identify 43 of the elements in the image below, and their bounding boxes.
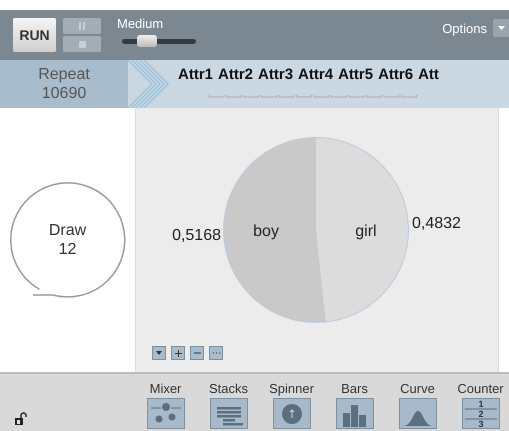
curve-icon <box>398 398 436 429</box>
minus-icon <box>194 352 200 354</box>
mixer-icon <box>146 398 184 429</box>
slice-label: boy <box>253 223 279 240</box>
stacks-icon <box>210 398 248 429</box>
palette-tool[interactable]: Bars <box>326 381 383 429</box>
attribute-label[interactable]: Attr2 <box>218 66 254 83</box>
value-label: 0,5168 <box>172 227 221 244</box>
stop-icon <box>78 40 86 48</box>
attribute-label[interactable]: Attr3 <box>258 66 294 83</box>
unlocked-icon[interactable] <box>15 412 27 425</box>
slider-thumb[interactable] <box>137 35 158 47</box>
slice-label: girl <box>355 223 377 240</box>
collapse-button[interactable] <box>152 346 166 360</box>
attribute-label[interactable]: Attr5 <box>338 66 374 83</box>
attribute-label[interactable]: Attr1 <box>178 66 214 83</box>
options-dropdown[interactable] <box>493 19 509 37</box>
speed-label: Medium <box>117 16 164 31</box>
zoom-in-button[interactable] <box>171 346 185 360</box>
repeat-count: 10690 <box>42 84 86 103</box>
palette-tool[interactable]: Spinner <box>263 381 320 429</box>
caret-icon <box>498 26 504 30</box>
value-label: 0,4832 <box>412 215 461 232</box>
counter-icon: 1 2 3 <box>462 398 500 429</box>
palette-tool[interactable]: Mixer <box>137 381 194 429</box>
zoom-out-button[interactable] <box>190 346 204 360</box>
attribute-label[interactable]: Att <box>418 66 439 83</box>
palette-tool[interactable]: Counter 1 2 3 <box>452 381 509 429</box>
draw-label: Draw <box>48 221 86 240</box>
draw-count: 12 <box>58 240 76 259</box>
plus-icon <box>174 350 182 356</box>
run-button[interactable]: RUN <box>12 17 57 53</box>
attribute-label[interactable]: Attr4 <box>298 66 334 83</box>
palette-tool[interactable]: Stacks <box>200 381 257 429</box>
pause-icon <box>79 22 85 30</box>
attribute-label[interactable]: Attr6 <box>378 66 414 83</box>
draw-device[interactable]: Draw 12 <box>8 180 128 300</box>
bars-icon <box>336 398 374 429</box>
palette-tool[interactable]: Curve <box>389 381 446 429</box>
caret-icon <box>156 351 162 355</box>
options-label: Options <box>442 20 487 36</box>
repeat-label: Repeat <box>38 65 90 84</box>
spinner-icon <box>272 398 310 429</box>
